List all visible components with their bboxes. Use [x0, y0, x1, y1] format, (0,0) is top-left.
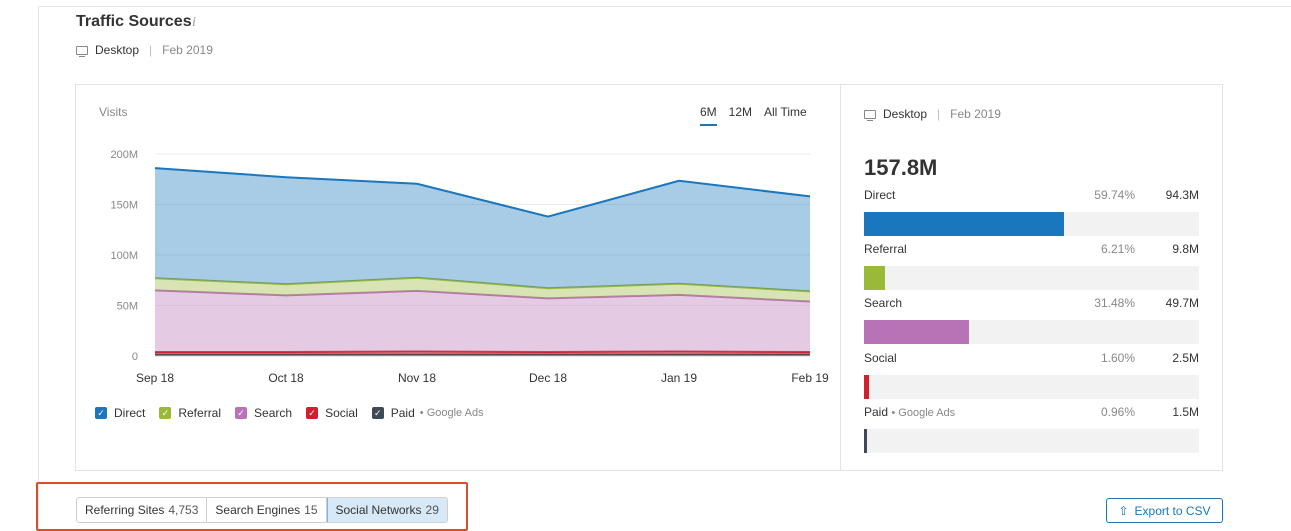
source-value: 2.5M: [1172, 351, 1199, 365]
x-tick-label: Feb 19: [791, 371, 829, 385]
source-bar-track: [864, 429, 1199, 453]
source-referral: Referral 6.21% 9.8M: [864, 242, 1199, 290]
source-value: 49.7M: [1165, 296, 1199, 310]
tab-search-engines[interactable]: Search Engines 15: [207, 498, 327, 522]
tab-count: 29: [425, 503, 439, 517]
source-percent: 59.74%: [1094, 188, 1135, 202]
source-paid: Paid • Google Ads 0.96% 1.5M: [864, 405, 1199, 453]
source-bar-track: [864, 375, 1199, 399]
upload-icon: ⇧: [1118, 503, 1129, 518]
legend-item-referral[interactable]: ✓ Referral: [159, 406, 221, 420]
y-tick-label: 0: [132, 351, 138, 363]
area-direct: [155, 168, 810, 292]
source-name: Search: [864, 296, 903, 310]
tab-referring-sites[interactable]: Referring Sites 4,753: [77, 498, 208, 522]
x-tick-label: Jan 19: [661, 371, 697, 385]
legend-note: • Google Ads: [419, 407, 484, 419]
tab-social-networks[interactable]: Social Networks 29: [326, 498, 447, 522]
legend-label: Social: [325, 406, 358, 420]
source-bar-fill: [864, 429, 868, 453]
source-name: Referral: [864, 242, 907, 256]
source-direct: Direct 59.74% 94.3M: [864, 188, 1199, 236]
chart-legend: ✓ Direct ✓ Referral ✓ Search ✓ Social ✓ …: [95, 406, 498, 420]
total-visits: 157.8M: [864, 155, 938, 180]
source-name: Direct: [864, 188, 896, 202]
y-tick-label: 150M: [110, 200, 138, 212]
y-tick-label: 200M: [110, 149, 138, 161]
tab-count: 4,753: [168, 503, 199, 517]
legend-label: Direct: [114, 406, 146, 420]
source-search: Search 31.48% 49.7M: [864, 296, 1199, 344]
tab-label: Search Engines: [215, 503, 301, 517]
checkbox-checked-icon[interactable]: ✓: [235, 407, 248, 419]
export-csv-button[interactable]: ⇧ Export to CSV: [1106, 498, 1223, 523]
x-tick-label: Oct 18: [268, 371, 304, 385]
source-bar-track: [864, 266, 1199, 290]
export-label: Export to CSV: [1134, 503, 1211, 518]
source-bar-fill: [864, 266, 885, 290]
y-tick-label: 100M: [110, 250, 138, 262]
source-bar-fill: [864, 375, 870, 399]
source-name: Paid: [864, 405, 889, 419]
legend-item-search[interactable]: ✓ Search: [235, 406, 292, 420]
tab-label: Referring Sites: [85, 503, 165, 517]
desktop-icon: [864, 109, 876, 121]
tab-count: 15: [304, 503, 318, 517]
source-note: • Google Ads: [891, 407, 956, 419]
bottom-tabs: Referring Sites 4,753 Search Engines 15 …: [76, 497, 448, 523]
source-percent: 6.21%: [1100, 242, 1135, 256]
legend-item-paid[interactable]: ✓ Paid • Google Ads: [371, 406, 484, 420]
source-bar-track: [864, 320, 1199, 344]
breakdown-subline: Desktop | Feb 2019: [864, 107, 1001, 121]
checkbox-checked-icon[interactable]: ✓: [306, 407, 319, 419]
x-tick-label: Nov 18: [398, 371, 436, 385]
legend-item-direct[interactable]: ✓ Direct: [95, 406, 145, 420]
checkbox-checked-icon[interactable]: ✓: [159, 407, 172, 419]
source-percent: 31.48%: [1094, 296, 1135, 310]
source-bar-track: [864, 212, 1199, 236]
source-bar-fill: [864, 212, 1065, 236]
legend-label: Referral: [178, 406, 222, 420]
breakdown-date: Feb 2019: [950, 107, 1001, 121]
y-tick-label: 50M: [117, 301, 138, 313]
source-social: Social 1.60% 2.5M: [864, 351, 1199, 399]
separator: |: [937, 107, 941, 121]
legend-label: Search: [254, 406, 293, 420]
legend-item-social[interactable]: ✓ Social: [306, 406, 358, 420]
source-value: 1.5M: [1172, 405, 1199, 419]
checkbox-checked-icon[interactable]: ✓: [371, 407, 384, 419]
source-bar-fill: [864, 320, 970, 344]
x-tick-label: Sep 18: [136, 371, 174, 385]
source-percent: 0.96%: [1100, 405, 1135, 419]
source-value: 94.3M: [1165, 188, 1199, 202]
breakdown-device: Desktop: [883, 107, 928, 121]
area-search: [155, 290, 810, 352]
source-value: 9.8M: [1172, 242, 1199, 256]
tab-label: Social Networks: [335, 503, 422, 517]
x-tick-label: Dec 18: [529, 371, 567, 385]
checkbox-checked-icon[interactable]: ✓: [95, 407, 107, 419]
source-percent: 1.60%: [1100, 351, 1135, 365]
source-name: Social: [864, 351, 897, 365]
legend-label: Paid: [390, 406, 415, 420]
source-name-wrap: Paid • Google Ads: [864, 405, 1075, 421]
